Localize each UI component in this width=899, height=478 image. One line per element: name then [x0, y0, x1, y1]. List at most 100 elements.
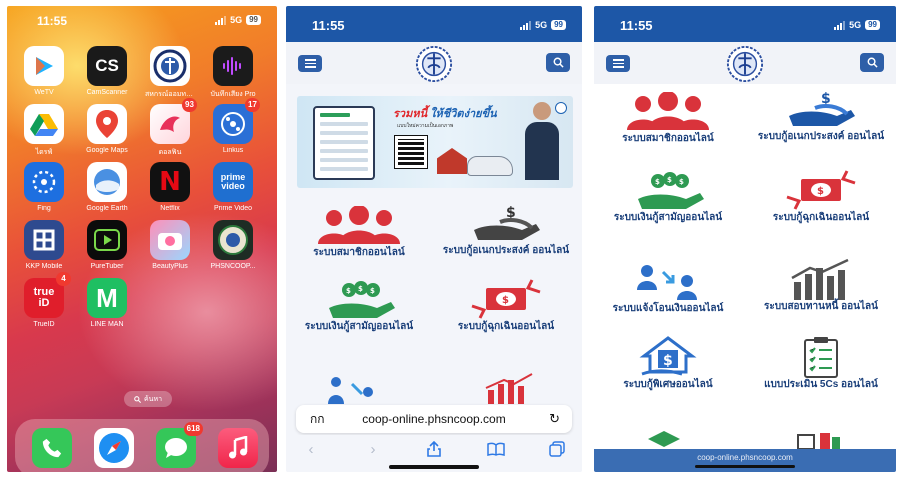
- shopping-items-icon: [797, 433, 840, 449]
- transfer-people-icon: [637, 265, 697, 300]
- app-kkp-mobile[interactable]: KKP Mobile: [19, 220, 69, 270]
- app-google-earth[interactable]: Google Earth: [82, 162, 132, 212]
- battery-indicator: 99: [551, 20, 566, 30]
- menu-ordinary-loan[interactable]: $ $ $ ระบบเงินกู้สามัญออนไลน์: [598, 169, 738, 223]
- bar-chart-icon: [791, 258, 849, 300]
- notification-badge: 93: [182, 98, 197, 112]
- app-coop[interactable]: สหกรณ์ออมทรัพ...: [145, 46, 195, 100]
- menu-emergency-loan[interactable]: $ ระบบกู้ฉุกเฉินออนไลน์: [436, 278, 576, 332]
- music-note-icon: [218, 428, 258, 468]
- forward-arrow-icon[interactable]: ›: [362, 440, 384, 458]
- app-trueid[interactable]: true iD 4 TrueID: [19, 272, 71, 328]
- status-bar: 11:55 5G 99: [7, 12, 277, 30]
- dock: 618: [15, 419, 269, 472]
- app-fing[interactable]: Fing: [19, 162, 69, 212]
- dock-messages[interactable]: 618: [151, 422, 203, 468]
- home-indicator[interactable]: [389, 465, 479, 469]
- emergency-cash-icon: $: [786, 170, 856, 210]
- spotlight-search-pill[interactable]: ค้นหา: [124, 391, 172, 407]
- app-voice-recorder[interactable]: บันทึกเสียง Pro: [208, 46, 258, 100]
- google-drive-icon: [24, 104, 64, 144]
- waveform-icon: [213, 46, 253, 86]
- members-group-icon: [318, 206, 400, 244]
- dock-safari[interactable]: [89, 428, 139, 468]
- search-icon: [553, 57, 564, 68]
- dock-phone[interactable]: [27, 428, 77, 468]
- bookmarks-icon[interactable]: [485, 440, 507, 458]
- battery-indicator: 99: [246, 15, 261, 25]
- status-bar: 11:55 5G 99: [594, 6, 896, 42]
- tabs-icon[interactable]: [546, 440, 568, 458]
- address-url: coop-online.phsncoop.com: [362, 412, 506, 426]
- members-group-icon: [627, 92, 709, 130]
- back-arrow-icon[interactable]: ‹: [300, 440, 322, 458]
- notification-badge: 17: [245, 98, 260, 112]
- netflix-icon: N: [150, 162, 190, 202]
- house-money-icon: $: [639, 336, 697, 376]
- app-camscanner[interactable]: CS CamScanner: [82, 46, 132, 96]
- menu-ordinary-loan[interactable]: $ $ $ ระบบเงินกู้สามัญออนไลน์: [289, 278, 429, 332]
- browser-toolbar: ‹ ›: [286, 435, 582, 472]
- home-screen: 11:55 5G 99 WeTV CS CamScanner สหกรณ์ออม…: [7, 6, 277, 472]
- app-linkus[interactable]: 17 Linkus: [208, 98, 260, 154]
- clipboard-checklist-icon: [804, 337, 838, 378]
- menu-debt-review[interactable]: ระบบสอบทานหนี้ ออนไลน์: [751, 258, 891, 312]
- menu-multipurpose-loan[interactable]: $ ระบบกู้อเนกประสงค์ ออนไลน์: [751, 90, 891, 142]
- share-icon[interactable]: [423, 440, 445, 458]
- trueid-icon: true iD 4: [24, 272, 71, 318]
- app-phsncoop[interactable]: PHSNCOOP...: [208, 220, 258, 270]
- banner-subline: แบบใหม่ความเป็นเอกภาพ: [397, 123, 454, 129]
- search-button[interactable]: [546, 53, 570, 72]
- kkp-icon: [24, 220, 64, 260]
- hamburger-menu-button[interactable]: [298, 55, 322, 72]
- menu-multipurpose-loan[interactable]: $ ระบบกู้อเนกประสงค์ ออนไลน์: [436, 204, 576, 256]
- coop-seal-icon: [213, 220, 253, 260]
- bar-chart-icon: [485, 373, 533, 404]
- dock-music[interactable]: [213, 428, 263, 468]
- svg-text:$: $: [663, 353, 673, 369]
- menu-member-online[interactable]: ระบบสมาชิกออนไลน์: [598, 92, 738, 144]
- app-puretuber[interactable]: PureTuber: [82, 220, 132, 270]
- address-bar[interactable]: กก coop-online.phsncoop.com ↻: [296, 405, 572, 433]
- dolphin-icon: 93: [150, 98, 197, 144]
- site-header: [594, 42, 896, 84]
- notification-badge: 4: [56, 272, 71, 286]
- app-dolphin[interactable]: 93 ดอลฟิน: [145, 98, 197, 158]
- app-line-man[interactable]: M LINE MAN: [82, 278, 132, 328]
- home-indicator[interactable]: [695, 465, 795, 468]
- browser-screen-2: 11:55 5G 99 ระบบสมาชิกออนไลน์ $ ระบบกู้อ…: [594, 6, 896, 472]
- hand-money-icon: $: [474, 205, 540, 240]
- coop-logo: [415, 45, 453, 83]
- app-drive[interactable]: ไดรฟ์: [19, 104, 69, 158]
- menu-emergency-loan[interactable]: $ ระบบกู้ฉุกเฉินออนไลน์: [751, 169, 891, 223]
- reload-icon[interactable]: ↻: [549, 411, 560, 427]
- search-button[interactable]: [860, 53, 884, 72]
- svg-text:$: $: [655, 178, 660, 186]
- app-beautyplus[interactable]: BeautyPlus: [145, 220, 195, 270]
- menu-5cs-assessment[interactable]: แบบประเมิน 5Cs ออนไลน์: [751, 336, 891, 390]
- menu-member-online[interactable]: ระบบสมาชิกออนไลน์: [289, 206, 429, 258]
- camscanner-icon: CS: [87, 46, 127, 86]
- prime-video-icon: prime video: [213, 162, 253, 202]
- money-bags-hand-icon: $ $ $: [638, 172, 704, 209]
- hamburger-menu-button[interactable]: [606, 55, 630, 72]
- banner-logo: [555, 102, 567, 114]
- collapsed-address-bar[interactable]: coop-online.phsncoop.com: [594, 449, 896, 472]
- app-prime-video[interactable]: prime video Prime Video: [208, 162, 258, 212]
- presenter-photo: [525, 102, 559, 182]
- globe-icon: [87, 162, 127, 202]
- menu-special-loan[interactable]: $ ระบบกู้พิเศษออนไลน์: [598, 336, 738, 390]
- app-wetv[interactable]: WeTV: [19, 46, 69, 96]
- app-google-maps[interactable]: Google Maps: [82, 104, 132, 154]
- app-netflix[interactable]: N Netflix: [145, 162, 195, 212]
- emergency-cash-icon: $: [471, 279, 541, 319]
- banner-headline: รวมหนี้ ให้ชีวิตง่ายขึ้น: [393, 108, 497, 120]
- network-label: 5G: [535, 20, 548, 30]
- play-icon: [87, 220, 127, 260]
- status-bar: 11:55 5G 99: [286, 6, 582, 42]
- menu-transfer-notice[interactable]: ระบบแจ้งโอนเงินออนไลน์: [598, 262, 738, 314]
- status-time: 11:55: [620, 18, 653, 33]
- promo-banner[interactable]: รวมหนี้ ให้ชีวิตง่ายขึ้น แบบใหม่ความเป็น…: [297, 96, 573, 188]
- svg-text:$: $: [667, 176, 672, 184]
- search-icon: [867, 57, 878, 68]
